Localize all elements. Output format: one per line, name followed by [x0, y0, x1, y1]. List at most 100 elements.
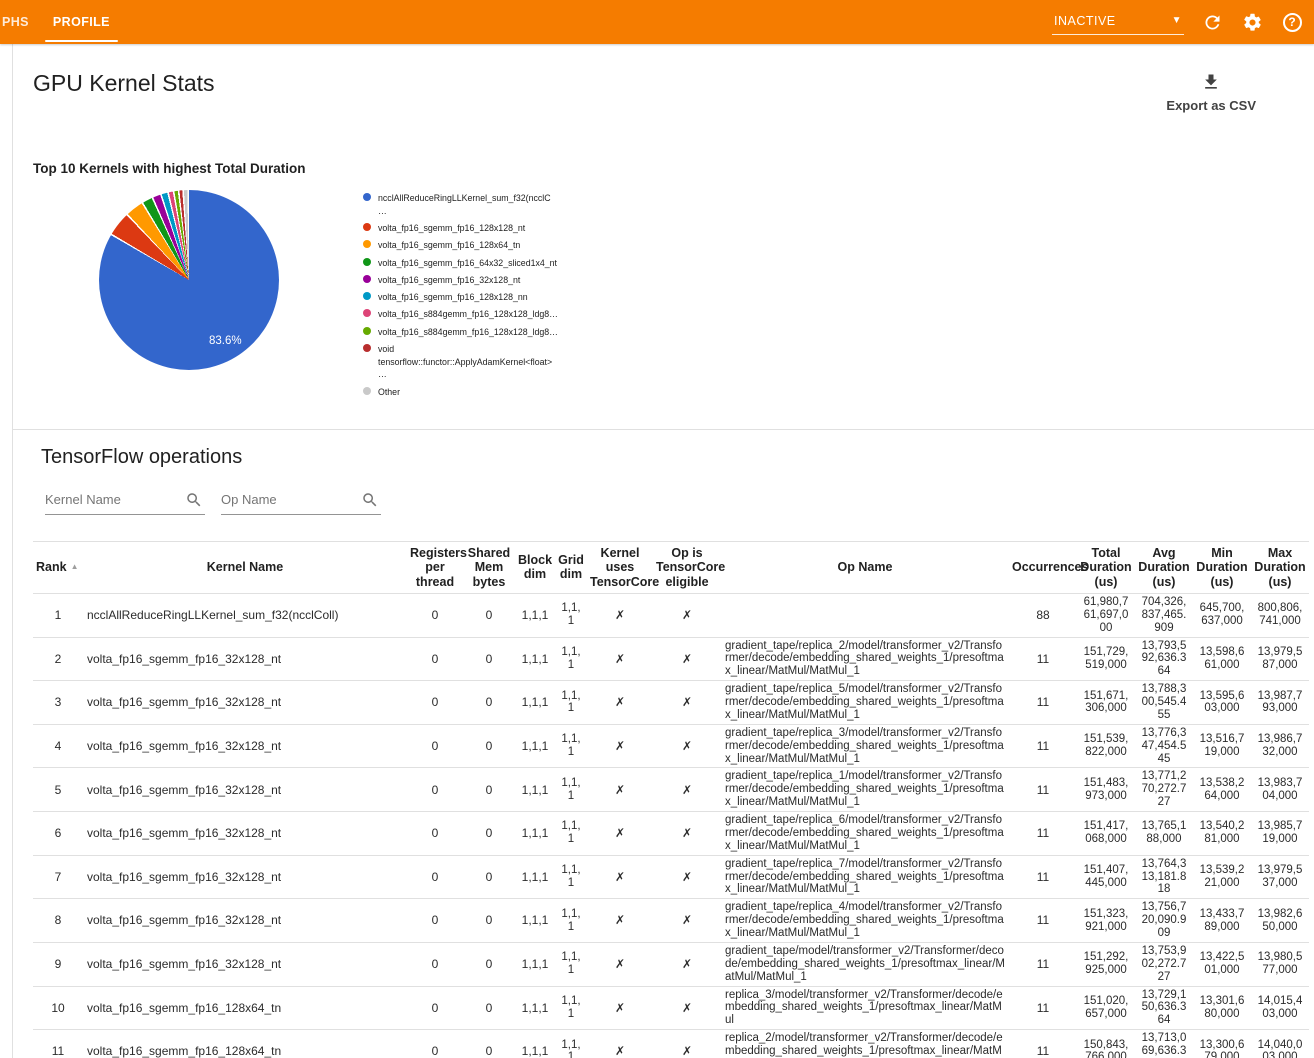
cell-total-duration-us: 150,843,766,000: [1077, 1030, 1135, 1058]
table-header-row: Rank▲Kernel NameRegisters per threadShar…: [33, 541, 1309, 593]
col-header-registers-per-thread[interactable]: Registers per thread: [407, 541, 463, 593]
legend-item: ncclAllReduceRingLLKernel_sum_f32(ncclC…: [363, 192, 559, 218]
cell-occurrences: 11: [1009, 855, 1077, 899]
cell-min-duration-us: 13,433,789,000: [1193, 899, 1251, 943]
cell-grid-dim: 1,1,1: [555, 855, 587, 899]
cell-kernel-name: volta_fp16_sgemm_fp16_32x128_nt: [83, 724, 407, 768]
col-header-grid-dim[interactable]: Grid dim: [555, 541, 587, 593]
tab-graphs-partial[interactable]: PHS: [0, 0, 39, 44]
cell-rank: 3: [33, 681, 83, 725]
pie-chart: 83.6%: [99, 190, 279, 370]
cell-block-dim: 1,1,1: [515, 681, 555, 725]
col-header-block-dim[interactable]: Block dim: [515, 541, 555, 593]
cell-registers-per-thread: 0: [407, 942, 463, 986]
gear-icon[interactable]: [1240, 10, 1264, 34]
help-icon[interactable]: ?: [1280, 10, 1304, 34]
legend-label: volta_fp16_sgemm_fp16_128x64_tn: [378, 239, 520, 252]
table-row: 4volta_fp16_sgemm_fp16_32x128_nt001,1,11…: [33, 724, 1309, 768]
run-select[interactable]: INACTIVE ▼: [1052, 10, 1184, 35]
cell-occurrences: 11: [1009, 986, 1077, 1030]
legend-swatch: [363, 344, 371, 352]
export-csv-label: Export as CSV: [1166, 98, 1256, 113]
col-header-min-duration-us[interactable]: Min Duration (us): [1193, 541, 1251, 593]
cell-avg-duration-us: 13,765,188,000: [1135, 812, 1193, 856]
cell-op-is-tensorcore-eligible: ✗: [653, 1030, 721, 1058]
cell-min-duration-us: 13,538,264,000: [1193, 768, 1251, 812]
legend-swatch: [363, 387, 371, 395]
legend-swatch: [363, 193, 371, 201]
cell-op-name: gradient_tape/replica_3/model/transforme…: [721, 724, 1009, 768]
cell-op-is-tensorcore-eligible: ✗: [653, 899, 721, 943]
cell-total-duration-us: 151,407,445,000: [1077, 855, 1135, 899]
col-header-label: Block dim: [518, 553, 552, 581]
legend-label: volta_fp16_sgemm_fp16_128x128_nt: [378, 222, 525, 235]
cell-min-duration-us: 645,700,637,000: [1193, 593, 1251, 637]
op-name-filter-input[interactable]: [221, 492, 351, 507]
cell-kernel-name: volta_fp16_sgemm_fp16_32x128_nt: [83, 681, 407, 725]
col-header-shared-mem-bytes[interactable]: Shared Mem bytes: [463, 541, 515, 593]
cell-total-duration-us: 151,323,921,000: [1077, 899, 1135, 943]
cell-min-duration-us: 13,595,603,000: [1193, 681, 1251, 725]
legend-label: volta_fp16_sgemm_fp16_128x128_nn: [378, 291, 528, 304]
cell-shared-mem-bytes: 0: [463, 681, 515, 725]
run-select-value: INACTIVE: [1054, 14, 1116, 28]
cell-avg-duration-us: 13,764,313,181.818: [1135, 855, 1193, 899]
table-row: 2volta_fp16_sgemm_fp16_32x128_nt001,1,11…: [33, 637, 1309, 681]
cell-kernel-uses-tensorcore: ✗: [587, 855, 653, 899]
col-header-op-name[interactable]: Op Name: [721, 541, 1009, 593]
cell-op-name: gradient_tape/replica_1/model/transforme…: [721, 768, 1009, 812]
col-header-label: Min Duration (us): [1196, 546, 1247, 589]
col-header-max-duration-us[interactable]: Max Duration (us): [1251, 541, 1309, 593]
cell-occurrences: 88: [1009, 593, 1077, 637]
kernel-name-filter-input[interactable]: [45, 492, 175, 507]
refresh-icon[interactable]: [1200, 10, 1224, 34]
col-header-avg-duration-us[interactable]: Avg Duration (us): [1135, 541, 1193, 593]
legend-item: volta_fp16_sgemm_fp16_128x64_tn: [363, 239, 559, 252]
cell-grid-dim: 1,1,1: [555, 986, 587, 1030]
col-header-kernel-uses-tensorcore[interactable]: Kernel uses TensorCore: [587, 541, 653, 593]
cell-rank: 1: [33, 593, 83, 637]
cell-block-dim: 1,1,1: [515, 637, 555, 681]
cell-grid-dim: 1,1,1: [555, 1030, 587, 1058]
cell-occurrences: 11: [1009, 942, 1077, 986]
legend-swatch: [363, 223, 371, 231]
col-header-label: Kernel uses TensorCore: [590, 546, 659, 589]
cell-kernel-name: volta_fp16_sgemm_fp16_32x128_nt: [83, 637, 407, 681]
cell-block-dim: 1,1,1: [515, 986, 555, 1030]
legend-swatch: [363, 240, 371, 248]
col-header-occurrences[interactable]: Occurrences: [1009, 541, 1077, 593]
export-csv-button[interactable]: Export as CSV: [1166, 72, 1256, 113]
gpu-kernel-stats-section: GPU Kernel Stats Export as CSV Top 10 Ke…: [13, 44, 1314, 430]
cell-occurrences: 11: [1009, 637, 1077, 681]
cell-rank: 2: [33, 637, 83, 681]
col-header-op-is-tensorcore-eligible[interactable]: Op is TensorCore eligible: [653, 541, 721, 593]
cell-total-duration-us: 151,417,068,000: [1077, 812, 1135, 856]
cell-total-duration-us: 61,980,761,697,000: [1077, 593, 1135, 637]
cell-registers-per-thread: 0: [407, 724, 463, 768]
cell-occurrences: 11: [1009, 899, 1077, 943]
cell-kernel-name: volta_fp16_sgemm_fp16_32x128_nt: [83, 899, 407, 943]
chart-title: Top 10 Kernels with highest Total Durati…: [33, 161, 1298, 176]
cell-op-is-tensorcore-eligible: ✗: [653, 637, 721, 681]
cell-kernel-uses-tensorcore: ✗: [587, 593, 653, 637]
op-name-filter: [221, 491, 381, 515]
tab-profile[interactable]: PROFILE: [39, 0, 124, 44]
cell-registers-per-thread: 0: [407, 681, 463, 725]
col-header-kernel-name[interactable]: Kernel Name: [83, 541, 407, 593]
legend-label: Other: [378, 386, 400, 399]
cell-total-duration-us: 151,292,925,000: [1077, 942, 1135, 986]
legend-swatch: [363, 327, 371, 335]
col-header-total-duration-us[interactable]: Total Duration (us): [1077, 541, 1135, 593]
cell-rank: 10: [33, 986, 83, 1030]
cell-op-is-tensorcore-eligible: ✗: [653, 593, 721, 637]
cell-shared-mem-bytes: 0: [463, 986, 515, 1030]
cell-op-is-tensorcore-eligible: ✗: [653, 986, 721, 1030]
cell-occurrences: 11: [1009, 1030, 1077, 1058]
cell-grid-dim: 1,1,1: [555, 637, 587, 681]
table-row: 6volta_fp16_sgemm_fp16_32x128_nt001,1,11…: [33, 812, 1309, 856]
cell-grid-dim: 1,1,1: [555, 942, 587, 986]
legend-label: volta_fp16_s884gemm_fp16_128x128_ldg8…: [378, 326, 558, 339]
cell-min-duration-us: 13,516,719,000: [1193, 724, 1251, 768]
col-header-rank[interactable]: Rank▲: [33, 541, 83, 593]
tab-bar: PHS PROFILE: [0, 0, 124, 44]
